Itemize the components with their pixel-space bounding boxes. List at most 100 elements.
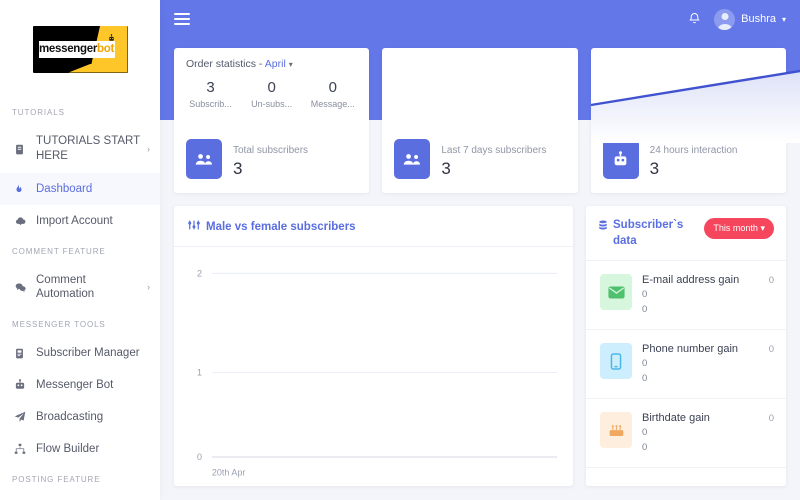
- summary-label: 24 hours interaction: [649, 144, 738, 156]
- list-item-top: E-mail address gain 0: [642, 274, 774, 286]
- sparkline-chart: [590, 48, 800, 143]
- sidebar-section-posting-feature: POSTING FEATURE: [12, 475, 101, 484]
- sidebar-item-import-account[interactable]: Import Account: [0, 205, 160, 237]
- list-item-body: Birthdate gain 0 0 0: [642, 412, 774, 454]
- sidebar: messenger bot TUTORIALS TUTORIALS START H…: [0, 0, 160, 500]
- lower-row: Male vs female subscribers 2 1 0 20th Ap…: [174, 206, 786, 486]
- list-item-subvalue: 0: [642, 427, 648, 438]
- sidebar-section-comment-feature: COMMENT FEATURE: [12, 247, 106, 256]
- subscriber-data-list: E-mail address gain 0 0 0 Phone number g…: [586, 261, 786, 486]
- stat-cards-row: Order statistics - April ▾ 3 Subscrib...…: [174, 48, 800, 193]
- list-item-name: E-mail address gain: [642, 274, 740, 286]
- subscriber-data-card: Subscriber`s data This month ▾ E-mail ad…: [586, 206, 786, 486]
- sidebar-item-label: Dashboard: [36, 183, 93, 195]
- sidebar-item-label: Broadcasting: [36, 411, 104, 423]
- list-item-right-value: 0: [768, 275, 774, 286]
- logo-bottom-shape: [68, 63, 128, 73]
- month-filter-label: This month: [713, 223, 758, 233]
- month-filter[interactable]: April: [265, 58, 286, 70]
- user-menu[interactable]: Bushra ▾: [714, 8, 786, 30]
- chart-title-text: Male vs female subscribers: [206, 220, 356, 233]
- sidebar-item-tutorials-start-here[interactable]: TUTORIALS START HERE ›: [0, 125, 160, 173]
- list-item-body: E-mail address gain 0 0 0: [642, 274, 774, 316]
- logo-text-accent: bot: [97, 43, 114, 55]
- robot-icon: [602, 139, 639, 179]
- order-statistics-card: Order statistics - April ▾ 3 Subscrib...…: [174, 48, 370, 193]
- metric-unsubscribed: 0 Un-subs...: [241, 78, 302, 109]
- sidebar-item-label: Messenger Bot: [36, 379, 114, 391]
- database-icon: [598, 217, 608, 236]
- summary-value: 3: [233, 158, 243, 178]
- metric-subscribed: 3 Subscrib...: [180, 78, 241, 109]
- dashboard-page: messenger bot TUTORIALS TUTORIALS START H…: [0, 0, 800, 500]
- logo-mark: messenger bot: [32, 25, 128, 73]
- avatar: [714, 8, 736, 30]
- y-tick-label: 0: [197, 452, 202, 462]
- logo-wordmark: messenger bot: [38, 40, 115, 58]
- summary-label: Last 7 days subscribers: [441, 144, 547, 156]
- summary-text: Last 7 days subscribers 3: [441, 140, 546, 179]
- subscriber-data-title-text: Subscriber`s data: [613, 219, 684, 247]
- chart-header: Male vs female subscribers: [174, 206, 573, 247]
- chart-plot-area: 2 1 0 20th Apr: [174, 247, 573, 486]
- chevron-down-icon: ▾: [760, 223, 765, 233]
- content: Order statistics - April ▾ 3 Subscrib...…: [160, 38, 800, 486]
- total-subscribers-summary: Total subscribers 3: [174, 139, 369, 193]
- list-item-subvalue: 0: [642, 358, 648, 369]
- app-logo[interactable]: messenger bot: [0, 0, 160, 98]
- chevron-down-icon[interactable]: ▾: [289, 60, 293, 69]
- logo-text-primary: messenger: [38, 43, 98, 55]
- main-area: Bushra ▾ Order statistics - April ▾ 3 Su…: [160, 0, 800, 500]
- x-tick-label: 20th Apr: [212, 468, 245, 478]
- sidebar-item-flow-builder[interactable]: Flow Builder: [0, 433, 160, 465]
- y-tick-label: 1: [197, 367, 202, 377]
- summary-label: Total subscribers: [233, 144, 309, 156]
- sidebar-item-broadcasting[interactable]: Broadcasting: [0, 401, 160, 433]
- sidebar-section-messenger-tools: MESSENGER TOOLS: [12, 320, 106, 329]
- last-7-days-summary: Last 7 days subscribers 3: [382, 139, 577, 193]
- sidebar-item-subscriber-manager[interactable]: Subscriber Manager: [0, 337, 160, 369]
- hamburger-icon[interactable]: [174, 13, 190, 25]
- male-vs-female-chart-card: Male vs female subscribers 2 1 0 20th Ap…: [174, 206, 573, 486]
- metric-messages: 0 Message...: [302, 78, 363, 109]
- list-item-top: Phone number gain 0: [642, 343, 774, 355]
- list-item-top: Birthdate gain 0: [642, 412, 774, 424]
- chevron-down-icon: ▾: [781, 14, 786, 24]
- list-item-subvalue: 0: [642, 442, 648, 453]
- sidebar-section-tutorials: TUTORIALS: [12, 108, 65, 117]
- list-item-name: Phone number gain: [642, 343, 739, 355]
- order-statistics-metrics: 3 Subscrib... 0 Un-subs... 0 Message...: [174, 76, 369, 109]
- metric-value: 0: [267, 79, 276, 96]
- y-tick-label: 2: [197, 268, 202, 278]
- order-statistics-header: Order statistics - April ▾: [174, 48, 369, 76]
- users-icon: [186, 139, 222, 179]
- sidebar-item-messenger-bot[interactable]: Messenger Bot: [0, 369, 160, 401]
- sidebar-item-label: Flow Builder: [36, 443, 100, 455]
- list-item[interactable]: Birthdate gain 0 0 0: [586, 399, 786, 468]
- sidebar-item-dashboard[interactable]: Dashboard: [0, 173, 160, 205]
- bell-icon[interactable]: [688, 11, 701, 27]
- list-item-subvalue: 0: [642, 373, 648, 384]
- list-item-subvalue: 0: [642, 304, 648, 315]
- metric-label: Un-subs...: [251, 99, 293, 109]
- sidebar-item-label: TUTORIALS START HERE: [36, 135, 140, 162]
- sidebar-item-comment-automation[interactable]: Comment Automation ›: [0, 264, 160, 310]
- subscriber-data-header: Subscriber`s data This month ▾: [586, 206, 786, 261]
- topbar: Bushra ▾: [160, 0, 800, 38]
- list-item-name: Birthdate gain: [642, 412, 710, 424]
- metric-label: Subscrib...: [189, 99, 232, 109]
- list-item-right-value: 0: [768, 344, 774, 355]
- topbar-actions: Bushra ▾: [688, 8, 786, 30]
- sidebar-item-label: Import Account: [36, 215, 113, 227]
- flame-icon: [14, 183, 36, 195]
- book-icon: [14, 144, 36, 155]
- comments-icon: [14, 282, 36, 293]
- summary-value: 3: [649, 158, 660, 178]
- chevron-right-icon: ›: [147, 282, 150, 292]
- list-item[interactable]: Phone number gain 0 0 0: [586, 330, 786, 399]
- list-item-subvalue: 0: [642, 289, 648, 300]
- list-item[interactable]: E-mail address gain 0 0 0: [586, 261, 786, 330]
- subscriber-data-title: Subscriber`s data: [598, 217, 696, 249]
- summary-text: Total subscribers 3: [233, 140, 308, 179]
- month-filter-button[interactable]: This month ▾: [704, 218, 774, 239]
